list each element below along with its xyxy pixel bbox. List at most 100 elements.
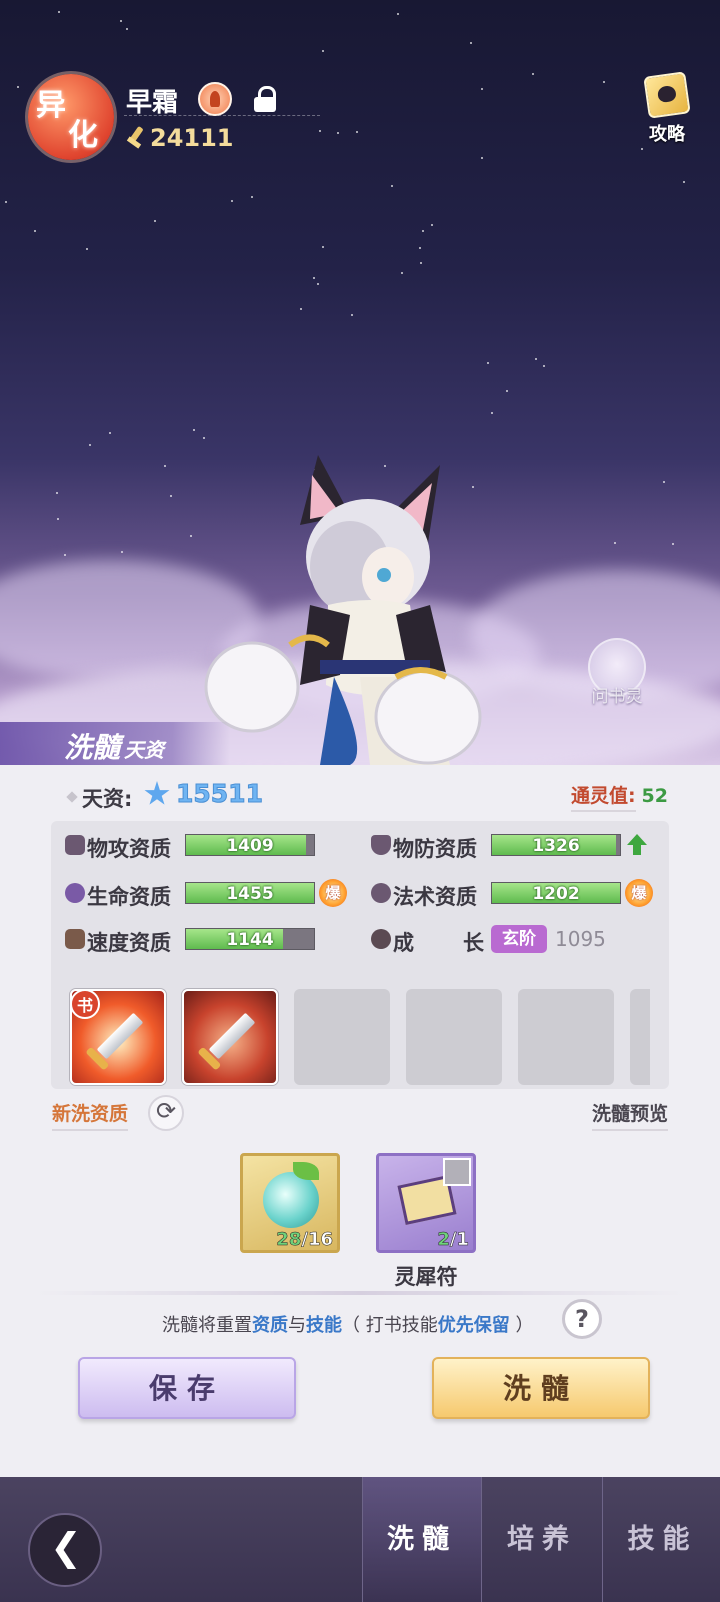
stat-label: 生命资质	[87, 885, 171, 909]
unlock-icon[interactable]	[254, 86, 276, 112]
star	[397, 13, 399, 15]
star	[154, 220, 156, 222]
star	[614, 542, 616, 544]
star	[170, 495, 172, 497]
item-talisman-label: 灵犀符	[394, 1265, 458, 1289]
new-quality-link[interactable]: 新洗资质	[52, 1099, 129, 1131]
name-underline	[124, 115, 320, 116]
burst-icon: 爆	[625, 879, 653, 907]
bloody-sword-icon	[208, 1012, 256, 1060]
star	[351, 314, 353, 316]
star	[190, 535, 192, 537]
star	[322, 50, 324, 52]
wash-button[interactable]: 洗髓	[432, 1357, 650, 1419]
potion-icon	[263, 1162, 319, 1228]
up-arrow-icon	[627, 834, 647, 856]
stat-label: 物防资质	[393, 837, 477, 861]
stat-label: 法术资质	[393, 885, 477, 909]
star	[535, 358, 537, 360]
star	[672, 543, 674, 545]
star	[532, 73, 534, 75]
stat-physical-attack: 物攻资质 1409	[65, 831, 335, 861]
stat-bar: 1326	[491, 834, 621, 856]
stat-value: 1144	[226, 930, 274, 950]
star	[491, 412, 493, 414]
star	[401, 272, 403, 274]
wash-panel: 天资: 15511 通灵值: 52 物攻资质 1409 物防资质 1326 生命资…	[0, 765, 720, 1477]
star	[126, 28, 128, 30]
growth-value: 1095	[555, 927, 606, 951]
star	[470, 42, 472, 44]
back-button[interactable]	[28, 1513, 102, 1587]
stat-bar: 1409	[185, 834, 315, 856]
star	[57, 518, 59, 520]
star	[313, 277, 315, 279]
tab-train[interactable]: 培养	[482, 1477, 602, 1602]
guide-button[interactable]: 攻略	[636, 71, 698, 145]
affinity-row[interactable]: 通灵值: 52	[570, 781, 668, 812]
assistant-label: 问书灵	[591, 687, 643, 707]
star	[391, 185, 393, 187]
burst-icon: 爆	[319, 879, 347, 907]
star	[58, 11, 60, 13]
stat-bar: 1144	[185, 928, 315, 950]
tab-skill[interactable]: 技能	[602, 1477, 720, 1602]
skill-slot-empty	[518, 989, 614, 1085]
bottom-nav: 洗髓 培养 技能	[0, 1477, 720, 1602]
claw-icon	[65, 835, 85, 855]
boot-icon	[65, 929, 85, 949]
wash-preview-link[interactable]: 洗髓预览	[591, 1099, 668, 1131]
star	[56, 492, 58, 494]
stat-bar: 1455	[185, 882, 315, 904]
book-skill-tag: 书	[70, 989, 100, 1019]
stat-label: 速度资质	[87, 931, 171, 955]
item-talisman[interactable]: 2/1	[376, 1153, 476, 1253]
star	[203, 437, 205, 439]
item-count: 28/16	[276, 1229, 333, 1251]
assistant-button[interactable]: 问书灵	[584, 638, 650, 710]
star	[193, 429, 195, 431]
star	[663, 481, 665, 483]
item-potion[interactable]: 28/16	[240, 1153, 340, 1253]
star	[121, 551, 123, 553]
stat-growth: 成 长 玄阶 1095	[371, 925, 661, 955]
star	[120, 20, 122, 22]
skill-slot-2[interactable]	[182, 989, 278, 1085]
star	[487, 362, 489, 364]
star	[164, 465, 166, 467]
star	[543, 365, 545, 367]
star	[231, 200, 233, 202]
save-button[interactable]: 保存	[78, 1357, 296, 1419]
talent-label: 天资:	[82, 787, 133, 811]
star	[86, 248, 88, 250]
star	[683, 181, 685, 183]
skill-slot-1[interactable]: 书	[70, 989, 166, 1085]
help-icon[interactable]: ?	[562, 1299, 602, 1339]
stat-magic: 法术资质 1202 爆	[371, 879, 671, 909]
stat-life: 生命资质 1455 爆	[65, 879, 365, 909]
star	[34, 230, 36, 232]
star	[420, 262, 422, 264]
mutation-badge: 异 化	[28, 74, 114, 160]
talent-value: 15511	[176, 779, 264, 809]
star	[481, 157, 483, 159]
section-header: 洗髓 天资	[0, 722, 230, 765]
item-count: 2/1	[437, 1229, 469, 1251]
stat-bar: 1202	[491, 882, 621, 904]
shield-icon	[371, 835, 391, 855]
star	[603, 81, 605, 83]
star	[89, 444, 91, 446]
pet-name[interactable]: 早霜	[126, 82, 178, 119]
star	[319, 130, 321, 132]
refresh-icon[interactable]	[148, 1095, 184, 1131]
affinity-label[interactable]: 通灵值:	[570, 785, 636, 812]
pet-character[interactable]	[200, 455, 500, 765]
guide-book-icon	[643, 71, 691, 119]
star	[317, 283, 319, 285]
tab-wash[interactable]: 洗髓	[362, 1477, 482, 1602]
star	[481, 88, 483, 90]
select-checkbox[interactable]	[443, 1158, 471, 1186]
badge-char-1: 异	[36, 88, 66, 123]
element-icon[interactable]	[198, 82, 232, 116]
section-title: 洗髓	[64, 731, 121, 764]
